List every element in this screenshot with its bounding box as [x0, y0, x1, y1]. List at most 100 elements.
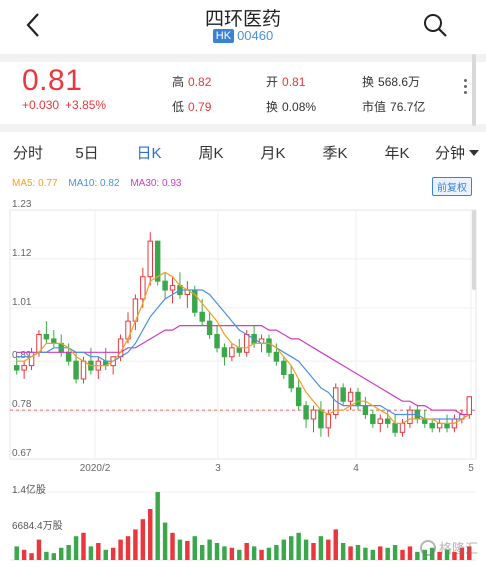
volume-bar	[400, 549, 405, 560]
volume-bar	[148, 509, 153, 560]
candle-body	[355, 391, 361, 407]
volume-bar	[207, 539, 212, 560]
candle-body	[288, 374, 294, 389]
candle-body	[206, 320, 213, 335]
candle-body	[73, 360, 79, 380]
candle-body	[169, 285, 176, 291]
candle-body	[162, 280, 168, 291]
volume-bar	[311, 543, 316, 560]
candle-body	[214, 334, 220, 349]
candle-body	[43, 334, 50, 340]
watermark: 格隆汇	[419, 538, 478, 557]
candle-body	[303, 405, 309, 420]
candle-body	[407, 409, 413, 424]
candle-body	[221, 347, 228, 358]
candle-body	[347, 391, 354, 402]
candle-body	[310, 409, 317, 420]
volume-bar	[103, 549, 108, 560]
volume-bar	[378, 546, 383, 560]
candle-body	[392, 422, 398, 433]
candle-body	[318, 409, 324, 429]
volume-bar	[244, 543, 249, 560]
candle-body	[384, 418, 391, 424]
candle-body	[147, 240, 153, 278]
candle-body	[325, 414, 332, 429]
candle-body	[444, 422, 450, 429]
volume-bar	[318, 536, 324, 560]
candle-body	[340, 387, 346, 402]
x-tick-label: 3	[215, 463, 221, 474]
volume-bar	[14, 546, 19, 560]
y-tick-label: 1.23	[12, 199, 32, 210]
candle-body	[65, 351, 72, 362]
candle-body	[21, 365, 27, 371]
candle-body	[28, 351, 35, 367]
candle-body	[377, 418, 383, 424]
volume-bar	[222, 546, 227, 560]
volume-bar	[66, 545, 71, 560]
candle-body	[422, 418, 428, 424]
candle-body	[399, 422, 406, 433]
candle-body	[429, 422, 435, 429]
candle-body	[266, 338, 272, 353]
volume-bar	[170, 532, 175, 560]
candle-body	[281, 360, 287, 376]
volume-bar	[259, 549, 264, 560]
volume-bar	[133, 529, 138, 560]
volume-bar	[385, 547, 390, 560]
y-tick-label: 0.67	[12, 448, 32, 459]
volume-bar	[44, 551, 49, 560]
quote-scrollbar[interactable]	[472, 54, 476, 126]
volume-bar	[333, 529, 338, 560]
volume-bar	[348, 546, 353, 560]
volume-bar	[192, 536, 197, 560]
candle-body	[243, 334, 250, 353]
candle-body	[199, 311, 205, 322]
volume-bar	[29, 553, 34, 560]
volume-bar	[266, 547, 272, 560]
volume-bar	[237, 549, 242, 560]
y-tick-label: 1.01	[12, 297, 32, 308]
candle-body	[80, 360, 87, 380]
ma10-line	[16, 289, 470, 420]
volume-bar	[140, 519, 146, 560]
volume-bar	[274, 545, 279, 560]
volume-bar	[281, 539, 287, 560]
volume-bar	[177, 539, 183, 560]
volume-bar	[392, 545, 398, 560]
candle-body	[466, 396, 473, 416]
candlestick-chart[interactable]: 1.231.121.010.890.780.672020/2 3 4 5	[0, 0, 486, 567]
volume-bar	[155, 492, 160, 560]
volume-bar	[96, 543, 101, 560]
y-tick-label: 0.78	[12, 399, 32, 410]
volume-max-label: 1.4亿股	[12, 485, 46, 496]
volume-bar	[251, 546, 257, 560]
volume-bar	[199, 545, 205, 560]
candle-body	[295, 387, 302, 407]
volume-bar	[289, 536, 294, 560]
volume-bar	[73, 536, 79, 560]
volume-bar	[110, 547, 116, 560]
volume-bar	[185, 540, 190, 560]
volume-bar	[162, 522, 168, 560]
volume-bar	[370, 549, 376, 560]
candle-body	[140, 276, 146, 300]
watermark-logo-icon	[419, 540, 436, 556]
volume-bar	[81, 532, 86, 560]
volume-bar	[214, 543, 220, 560]
candle-body	[436, 422, 443, 429]
volume-bar	[363, 547, 368, 560]
candle-body	[13, 365, 20, 371]
candle-body	[273, 351, 280, 362]
candle-body	[51, 338, 57, 344]
volume-bar	[51, 553, 57, 560]
volume-bar	[296, 532, 301, 560]
volume-bar	[59, 547, 64, 560]
volume-bar	[340, 543, 346, 560]
volume-bar	[88, 546, 94, 560]
chart-scrollbar[interactable]	[472, 210, 476, 290]
volume-bar	[36, 539, 42, 560]
volume-bar	[229, 547, 235, 560]
volume-bar	[118, 539, 123, 560]
volume-mid-label: 6684.4万股	[12, 521, 63, 532]
